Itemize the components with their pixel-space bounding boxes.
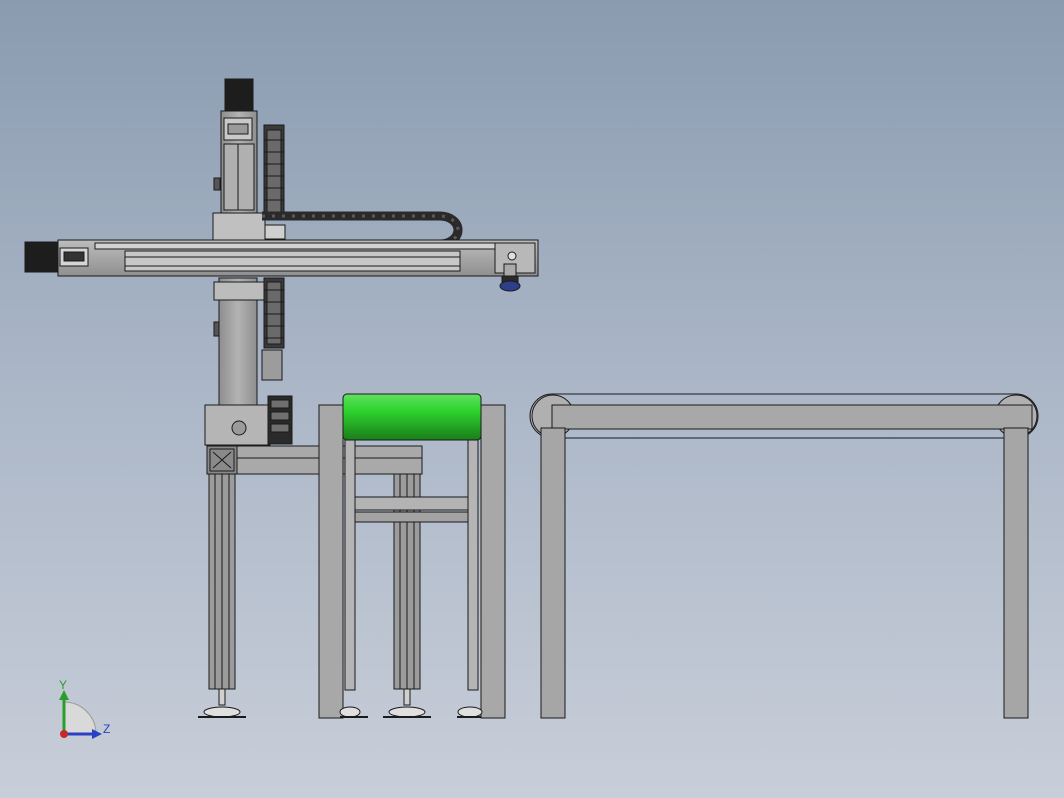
- carriage-plate: [212, 212, 266, 242]
- leveling-foot: [198, 688, 246, 718]
- conveyor-table: [529, 393, 1039, 719]
- assembly-model[interactable]: [0, 0, 1064, 798]
- gantry-robot[interactable]: [24, 78, 539, 446]
- triad-z-label: Z: [103, 722, 111, 736]
- green-roller: [342, 393, 482, 441]
- cad-viewport[interactable]: Y Z: [0, 0, 1064, 798]
- leveling-foot: [383, 688, 431, 718]
- coordinate-triad: Y Z: [50, 676, 120, 746]
- robot-support-frame: [198, 445, 431, 718]
- horizontal-axis-motor: [24, 241, 59, 273]
- leveling-foot: [457, 706, 483, 718]
- vertical-axis-motor: [224, 78, 254, 112]
- leveling-foot: [339, 706, 368, 718]
- triad-y-label: Y: [59, 678, 68, 692]
